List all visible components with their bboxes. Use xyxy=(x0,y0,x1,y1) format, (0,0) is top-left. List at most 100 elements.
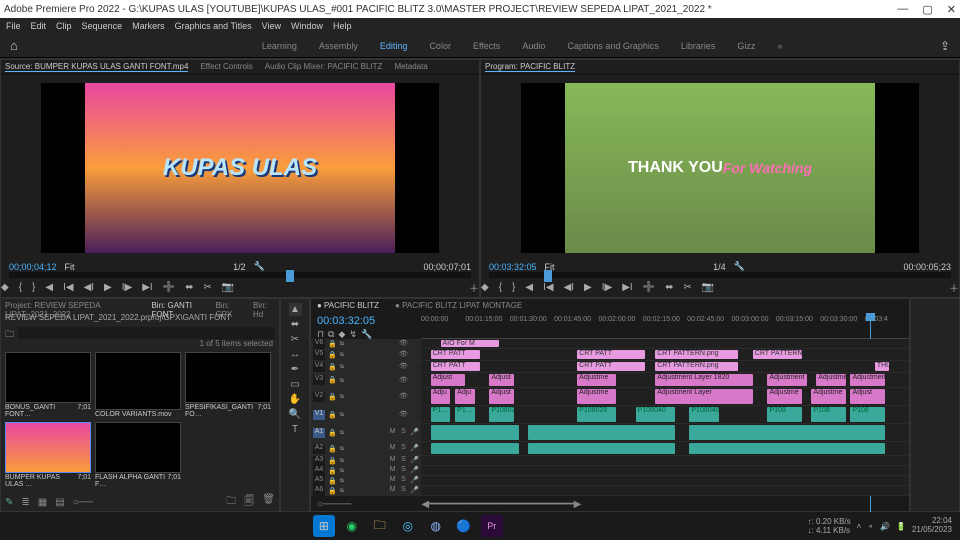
program-viewport[interactable]: THANK YOUFor Watching xyxy=(521,83,919,253)
workspace-learning[interactable]: Learning xyxy=(262,41,297,51)
wrench-icon[interactable]: 🔧 xyxy=(734,261,745,272)
explorer-icon[interactable]: 🗀 xyxy=(369,515,391,537)
source-scrubber[interactable] xyxy=(9,272,471,278)
clip-segment[interactable]: Adjustme xyxy=(577,389,616,404)
tool-button[interactable]: T xyxy=(289,423,302,436)
clip-segment[interactable]: CRT PATT xyxy=(577,362,645,371)
clip-segment[interactable] xyxy=(431,425,519,440)
transport-button[interactable]: { xyxy=(19,282,22,293)
clip-segment[interactable]: P1… xyxy=(455,407,475,422)
icon-view-icon[interactable]: ▦ xyxy=(38,497,47,508)
transport-button[interactable]: ▶I xyxy=(142,282,152,293)
transport-button[interactable]: I▶ xyxy=(602,282,612,293)
list-view-icon[interactable]: ≣ xyxy=(21,497,29,508)
track-a5[interactable] xyxy=(421,476,909,486)
transport-button[interactable]: ➕ xyxy=(163,282,175,293)
time-ruler[interactable]: 00:00:0000:01:15:0000:01:30:0000:01:45:0… xyxy=(421,313,909,339)
workspace-captions and graphics[interactable]: Captions and Graphics xyxy=(567,41,659,51)
clip-segment[interactable]: AIO For M xyxy=(441,340,500,347)
source-viewport[interactable]: KUPAS ULAS xyxy=(41,83,439,253)
workspace-effects[interactable]: Effects xyxy=(473,41,500,51)
clip-segment[interactable]: CRT PATT xyxy=(577,350,645,359)
transport-button[interactable]: ⬌ xyxy=(185,282,193,293)
transport-button[interactable]: ◀ xyxy=(525,282,533,293)
clip-segment[interactable]: CRT PATT xyxy=(431,350,480,359)
track-header-v1[interactable]: V1🔒ᴓ👁 xyxy=(311,406,421,424)
menu-sequence[interactable]: Sequence xyxy=(82,21,123,31)
tool-button[interactable]: ▭ xyxy=(289,378,302,391)
clip-segment[interactable]: P108040 xyxy=(636,407,675,422)
menu-window[interactable]: Window xyxy=(291,21,323,31)
track-header-a6[interactable]: A6🔒ᴓMS🎤 xyxy=(311,486,421,496)
clip-segment[interactable]: Adjustment Layer 1820 xyxy=(655,374,753,386)
program-scrubber[interactable] xyxy=(489,272,951,278)
new-bin-icon[interactable]: 🗀 xyxy=(226,494,236,511)
clip-thumbnail[interactable]: BONUS_GANTI FONT…7;01 xyxy=(5,352,91,418)
track-header-v3[interactable]: V3🔒ᴓ👁 xyxy=(311,373,421,388)
clip-thumbnail[interactable]: FLASH ALPHA GANTI F…7;01 xyxy=(95,422,181,488)
transport-button[interactable]: ✂ xyxy=(204,282,212,293)
track-a3[interactable] xyxy=(421,456,909,466)
track-a6[interactable] xyxy=(421,486,909,496)
track-v2[interactable]: AdjuAdjuAdjustAdjustmeAdjustment LayerAd… xyxy=(421,388,909,406)
track-a4[interactable] xyxy=(421,466,909,476)
steam-icon[interactable]: ◍ xyxy=(425,515,447,537)
transport-button[interactable]: ▶ xyxy=(584,282,592,293)
workspace-gizz[interactable]: Gizz xyxy=(737,41,755,51)
search-input[interactable] xyxy=(18,327,275,339)
tool-button[interactable]: ⬌ xyxy=(289,318,302,331)
tool-button[interactable]: ✋ xyxy=(289,393,302,406)
track-v6[interactable]: AIO For M xyxy=(421,339,909,349)
clip-segment[interactable]: P108 xyxy=(811,407,845,422)
clip-segment[interactable]: Adjust xyxy=(489,374,513,386)
track-a1[interactable] xyxy=(421,424,909,442)
clip-segment[interactable] xyxy=(528,425,674,440)
clip-thumbnail[interactable]: COLOR VARIANTS.mov xyxy=(95,352,181,418)
transport-button[interactable]: I◀ xyxy=(63,282,73,293)
workspace-editing[interactable]: Editing xyxy=(380,41,408,51)
track-header-v5[interactable]: V5🔒ᴓ👁 xyxy=(311,349,421,361)
track-v3[interactable]: AdjustAdjustAdjustmeAdjustment Layer 182… xyxy=(421,373,909,388)
timeline-timecode[interactable]: 00:03:32:05 xyxy=(317,315,415,327)
pencil-icon[interactable]: ✎ xyxy=(5,497,13,508)
transport-button[interactable]: } xyxy=(32,282,35,293)
trash-icon[interactable]: 🗑 xyxy=(262,494,275,511)
transport-button[interactable]: I◀ xyxy=(543,282,553,293)
transport-button[interactable]: 📷 xyxy=(702,282,714,293)
clip-segment[interactable]: Adjustment La xyxy=(850,374,884,386)
program-tab[interactable]: Program: PACIFIC BLITZ xyxy=(485,62,575,72)
program-timecode[interactable]: 00:03:32:05 xyxy=(489,262,537,272)
clip-segment[interactable] xyxy=(431,443,519,454)
clip-segment[interactable]: Adjustme xyxy=(577,374,616,386)
menu-edit[interactable]: Edit xyxy=(31,21,47,31)
project-tab[interactable]: Bin: Hd xyxy=(253,301,275,311)
transport-button[interactable]: I▶ xyxy=(122,282,132,293)
project-tab[interactable]: Project: REVIEW SEPEDA LIPAT_2021_2022 xyxy=(5,301,141,311)
clip-segment[interactable]: CRT PATTERN.png xyxy=(655,350,738,359)
transport-button[interactable]: ◀ xyxy=(45,282,53,293)
clip-segment[interactable]: THU xyxy=(875,362,890,371)
clip-segment[interactable]: CRT PATTERN.png xyxy=(655,362,738,371)
plus-icon[interactable]: ＋ xyxy=(469,280,479,295)
clip-segment[interactable] xyxy=(689,425,884,440)
source-timecode[interactable]: 00;00;04;12 xyxy=(9,262,57,272)
track-header-a5[interactable]: A5🔒ᴓMS🎤 xyxy=(311,476,421,486)
bin-icon[interactable]: 🗀 xyxy=(5,327,14,337)
maximize-button[interactable]: ▢ xyxy=(922,3,932,16)
chevron-up-icon[interactable]: ˄ xyxy=(857,522,862,531)
export-icon[interactable]: ⇪ xyxy=(940,39,950,53)
track-v1[interactable]: P1…P1…P108026P108028P108040P108040P108P1… xyxy=(421,406,909,424)
project-tab[interactable]: Bin: GPX xyxy=(215,301,243,311)
workspace-audio[interactable]: Audio xyxy=(522,41,545,51)
chrome-icon[interactable]: 🔵 xyxy=(453,515,475,537)
transport-button[interactable]: ◆ xyxy=(481,282,489,293)
source-tab[interactable]: Source: BUMPER KUPAS ULAS GANTI FONT.mp4 xyxy=(5,62,188,72)
close-button[interactable]: ✕ xyxy=(947,3,956,16)
breadcrumb[interactable]: REVIEW SEPEDA LIPAT_2021_2022.prproj\GPX… xyxy=(1,313,279,325)
clip-segment[interactable]: P108026 xyxy=(489,407,513,422)
clip-segment[interactable]: P108040 xyxy=(689,407,718,422)
zoom-slider[interactable]: ○── xyxy=(73,497,93,508)
transport-button[interactable]: ◀I xyxy=(84,282,94,293)
sequence-tab[interactable]: ● PACIFIC BLITZ xyxy=(317,301,379,311)
menu-clip[interactable]: Clip xyxy=(56,21,72,31)
